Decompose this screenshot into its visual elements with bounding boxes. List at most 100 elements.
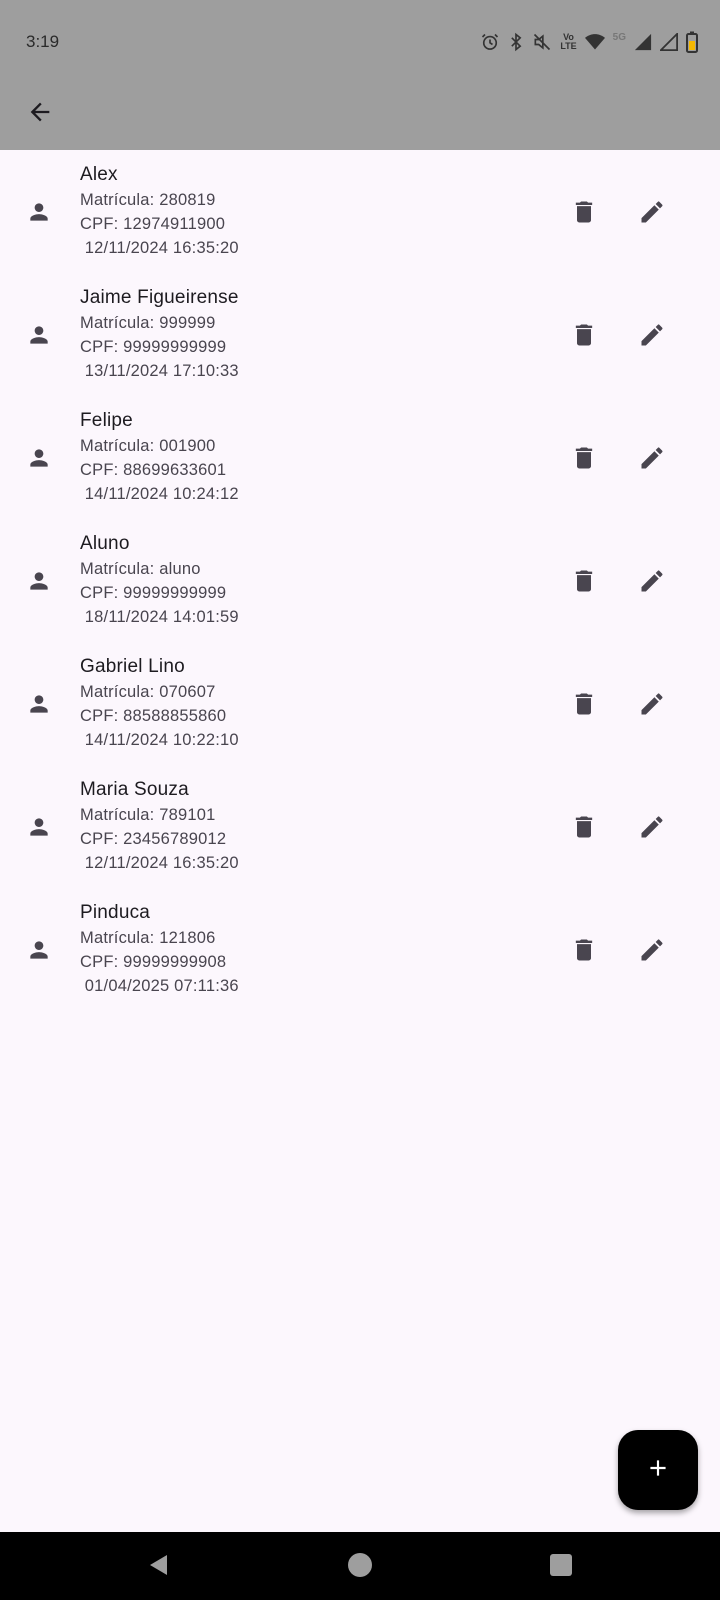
- list-item[interactable]: Jaime Figueirense Matrícula: 999999 CPF:…: [0, 273, 720, 396]
- student-matricula: Matrícula: 789101: [80, 806, 216, 824]
- student-list: Alex Matrícula: 280819 CPF: 12974911900 …: [0, 150, 720, 1011]
- pencil-icon: [638, 198, 666, 231]
- bluetooth-icon: [508, 32, 524, 52]
- student-datetime: 14/11/2024 10:22:10: [80, 731, 239, 749]
- student-info: Pinduca Matrícula: 121806 CPF: 999999999…: [80, 900, 239, 998]
- student-datetime: 14/11/2024 10:24:12: [80, 485, 239, 503]
- nav-home-button[interactable]: [347, 1552, 373, 1583]
- trash-icon: [570, 444, 598, 477]
- person-icon: [26, 199, 52, 225]
- student-datetime: 01/04/2025 07:11:36: [80, 977, 239, 995]
- student-cpf: CPF: 99999999999: [80, 584, 227, 602]
- delete-button[interactable]: [566, 442, 602, 478]
- student-datetime: 13/11/2024 17:10:33: [80, 362, 239, 380]
- back-button[interactable]: [18, 92, 62, 136]
- edit-button[interactable]: [634, 934, 670, 970]
- pencil-icon: [638, 444, 666, 477]
- student-matricula: Matrícula: 121806: [80, 929, 216, 947]
- list-item[interactable]: Aluno Matrícula: aluno CPF: 99999999999 …: [0, 519, 720, 642]
- plus-icon: [645, 1455, 671, 1486]
- student-name: Alex: [80, 164, 118, 185]
- alarm-icon: [480, 32, 500, 52]
- app-bar: [0, 80, 720, 150]
- student-matricula: Matrícula: 280819: [80, 191, 216, 209]
- trash-icon: [570, 567, 598, 600]
- student-cpf: CPF: 23456789012: [80, 830, 227, 848]
- 5g-icon: 5G: [612, 31, 626, 43]
- student-matricula: Matrícula: aluno: [80, 560, 201, 578]
- person-icon: [26, 322, 52, 348]
- trash-icon: [570, 813, 598, 846]
- delete-button[interactable]: [566, 934, 602, 970]
- student-datetime: 12/11/2024 16:35:20: [80, 239, 239, 257]
- trash-icon: [570, 198, 598, 231]
- edit-button[interactable]: [634, 811, 670, 847]
- list-item[interactable]: Maria Souza Matrícula: 789101 CPF: 23456…: [0, 765, 720, 888]
- student-name: Pinduca: [80, 902, 151, 923]
- nav-recents-icon: [550, 1553, 572, 1581]
- student-datetime: 18/11/2024 14:01:59: [80, 608, 239, 626]
- student-info: Felipe Matrícula: 001900 CPF: 8869963360…: [80, 408, 239, 506]
- delete-button[interactable]: [566, 811, 602, 847]
- nav-back-button[interactable]: [146, 1554, 172, 1580]
- delete-button[interactable]: [566, 196, 602, 232]
- edit-button[interactable]: [634, 688, 670, 724]
- trash-icon: [570, 321, 598, 354]
- delete-button[interactable]: [566, 565, 602, 601]
- pencil-icon: [638, 321, 666, 354]
- signal-icon-2: [660, 33, 678, 51]
- student-info: Aluno Matrícula: aluno CPF: 99999999999 …: [80, 531, 239, 629]
- student-info: Maria Souza Matrícula: 789101 CPF: 23456…: [80, 777, 239, 875]
- list-item[interactable]: Felipe Matrícula: 001900 CPF: 8869963360…: [0, 396, 720, 519]
- trash-icon: [570, 690, 598, 723]
- delete-button[interactable]: [566, 688, 602, 724]
- person-icon: [26, 568, 52, 594]
- person-icon: [26, 814, 52, 840]
- add-student-button[interactable]: [618, 1430, 698, 1510]
- pencil-icon: [638, 936, 666, 969]
- nav-home-icon: [347, 1552, 373, 1583]
- student-name: Felipe: [80, 410, 133, 431]
- person-icon: [26, 937, 52, 963]
- status-time: 3:19: [26, 32, 60, 51]
- student-datetime: 12/11/2024 16:35:20: [80, 854, 239, 872]
- student-name: Gabriel Lino: [80, 656, 185, 677]
- mute-icon: [532, 32, 552, 52]
- list-item[interactable]: Alex Matrícula: 280819 CPF: 12974911900 …: [0, 150, 720, 273]
- list-item[interactable]: Gabriel Lino Matrícula: 070607 CPF: 8858…: [0, 642, 720, 765]
- edit-button[interactable]: [634, 565, 670, 601]
- student-cpf: CPF: 88588855860: [80, 707, 227, 725]
- pencil-icon: [638, 690, 666, 723]
- student-matricula: Matrícula: 999999: [80, 314, 216, 332]
- student-cpf: CPF: 99999999908: [80, 953, 227, 971]
- student-name: Maria Souza: [80, 779, 189, 800]
- student-name: Jaime Figueirense: [80, 287, 239, 308]
- student-cpf: CPF: 99999999999: [80, 338, 227, 356]
- status-icons: Vo LTE 5G: [480, 30, 698, 54]
- arrow-back-icon: [26, 98, 54, 131]
- battery-icon: [686, 31, 698, 53]
- person-icon: [26, 445, 52, 471]
- person-icon: [26, 691, 52, 717]
- edit-button[interactable]: [634, 196, 670, 232]
- wifi-icon: [584, 33, 605, 51]
- navigation-bar: [0, 1532, 720, 1600]
- delete-button[interactable]: [566, 319, 602, 355]
- student-cpf: CPF: 12974911900: [80, 215, 226, 233]
- nav-recents-button[interactable]: [548, 1553, 574, 1581]
- volte-icon: Vo LTE: [560, 32, 577, 51]
- student-matricula: Matrícula: 001900: [80, 437, 216, 455]
- status-bar: 3:19 Vo LTE 5G: [0, 0, 720, 80]
- nav-back-icon: [147, 1553, 171, 1582]
- pencil-icon: [638, 567, 666, 600]
- trash-icon: [570, 936, 598, 969]
- student-info: Jaime Figueirense Matrícula: 999999 CPF:…: [80, 285, 239, 383]
- signal-icon: [634, 33, 652, 51]
- student-info: Alex Matrícula: 280819 CPF: 12974911900 …: [80, 162, 239, 260]
- edit-button[interactable]: [634, 319, 670, 355]
- list-item[interactable]: Pinduca Matrícula: 121806 CPF: 999999999…: [0, 888, 720, 1011]
- student-cpf: CPF: 88699633601: [80, 461, 227, 479]
- edit-button[interactable]: [634, 442, 670, 478]
- student-matricula: Matrícula: 070607: [80, 683, 216, 701]
- student-info: Gabriel Lino Matrícula: 070607 CPF: 8858…: [80, 654, 239, 752]
